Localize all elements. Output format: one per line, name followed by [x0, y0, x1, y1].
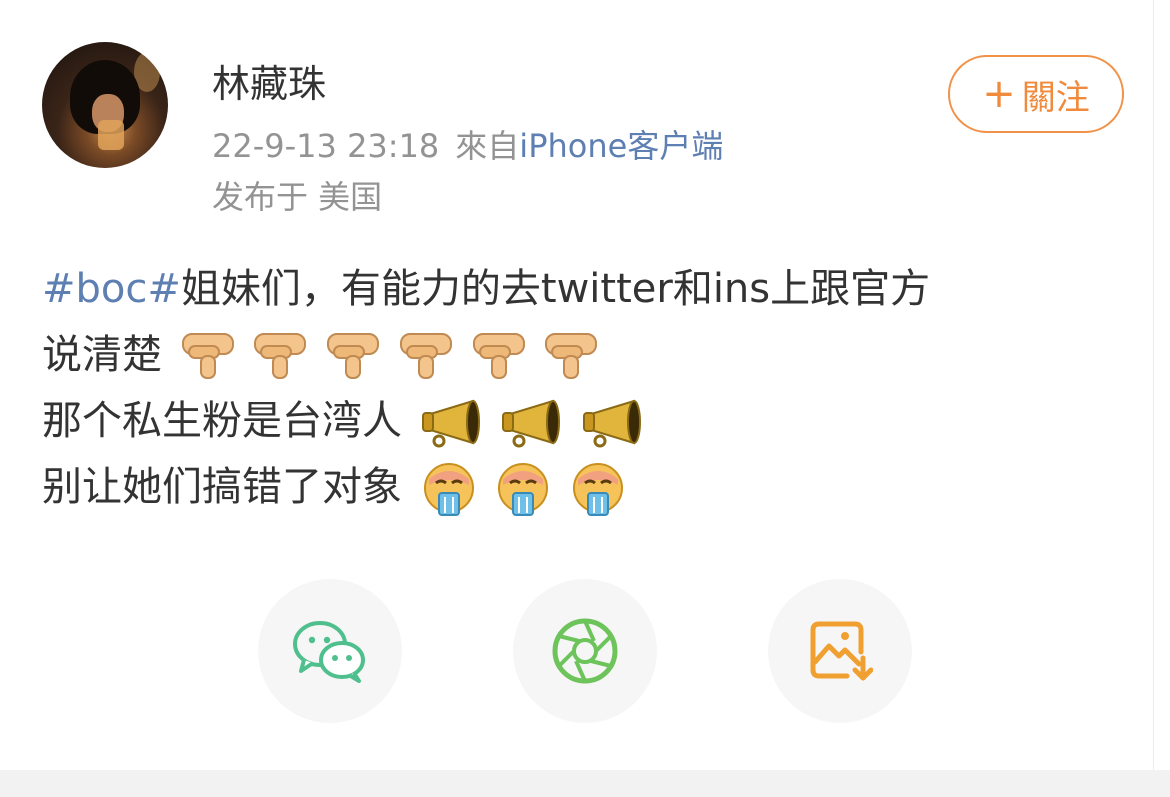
content-line-4: 别让她们搞错了对象: [42, 454, 1122, 520]
megaphone-icon: [421, 399, 480, 448]
scrollbar[interactable]: [1153, 0, 1170, 770]
source-link[interactable]: iPhone客户端: [519, 127, 723, 165]
vomiting-face-icon: [573, 463, 624, 516]
author-name[interactable]: 林藏珠: [212, 58, 326, 110]
author-avatar[interactable]: [42, 42, 168, 168]
content-line-3: 那个私生粉是台湾人: [42, 388, 1122, 454]
follow-label: 關注: [1021, 77, 1090, 118]
vomiting-face-icon: [498, 463, 549, 516]
thumbs-down-icon: [399, 333, 452, 379]
plus-icon: +: [982, 71, 1016, 117]
footer-divider: [0, 770, 1170, 797]
weibo-post-card: 林藏珠 22-9-13 23:18 來自iPhone客户端 发布于 美国 + 關注…: [0, 0, 1154, 770]
source-prefix: 來自: [455, 127, 520, 165]
thumbs-down-icon: [327, 333, 380, 379]
megaphone-icon: [502, 399, 561, 448]
save-image-button[interactable]: [768, 579, 912, 723]
post-location: 发布于 美国: [212, 178, 383, 216]
thumbs-down-icon: [545, 333, 598, 379]
thumbs-down-icon: [181, 333, 234, 379]
moments-aperture-icon: [552, 618, 618, 684]
content-text-1: 姐妹们，有能力的去twitter和ins上跟官方: [180, 266, 931, 312]
thumbs-down-icon: [472, 333, 525, 379]
content-text-3: 那个私生粉是台湾人: [42, 398, 402, 444]
content-text-4: 别让她们搞错了对象: [42, 464, 402, 510]
post-content: #boc#姐妹们，有能力的去twitter和ins上跟官方 说清楚 那个私生粉是…: [42, 256, 1122, 520]
megaphone-icon: [583, 399, 642, 448]
post-meta: 22-9-13 23:18 來自iPhone客户端: [212, 124, 723, 168]
content-text-2: 说清楚: [42, 332, 162, 378]
vomiting-face-icon: [423, 463, 474, 516]
hashtag-link[interactable]: #boc#: [42, 266, 181, 312]
wechat-icon: [293, 621, 365, 683]
content-line-1: #boc#姐妹们，有能力的去twitter和ins上跟官方: [42, 256, 1122, 322]
save-image-icon: [810, 621, 873, 681]
share-moments-button[interactable]: [513, 579, 657, 723]
post-timestamp: 22-9-13 23:18: [212, 127, 440, 165]
thumbs-down-icon: [254, 333, 307, 379]
share-wechat-button[interactable]: [258, 579, 402, 723]
content-line-2: 说清楚: [42, 322, 1122, 388]
follow-button[interactable]: + 關注: [948, 55, 1124, 133]
